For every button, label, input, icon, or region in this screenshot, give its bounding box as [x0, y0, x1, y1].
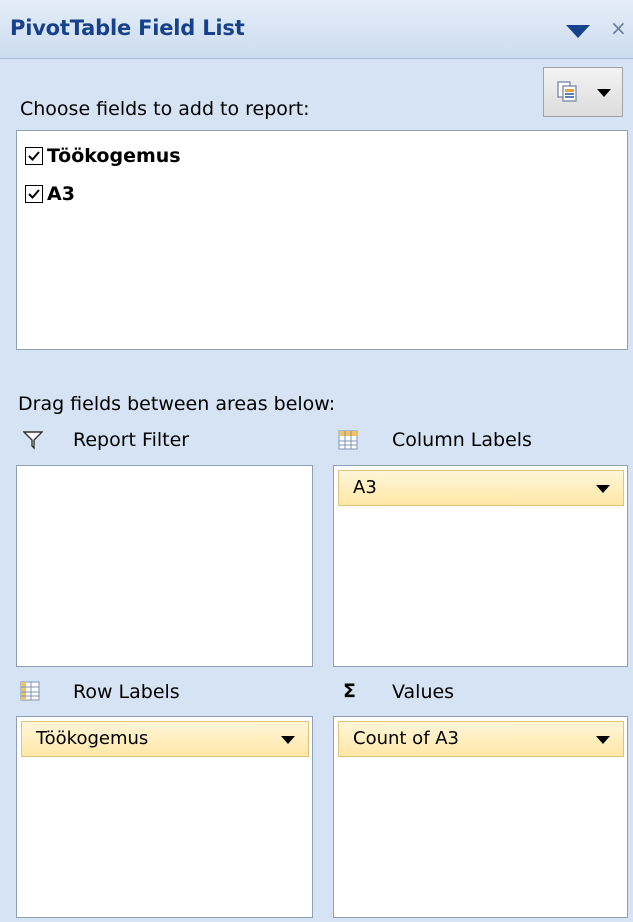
- row-labels-area[interactable]: Töökogemus: [16, 716, 313, 918]
- title-bar: PivotTable Field List ×: [0, 0, 633, 59]
- column-labels-label: Column Labels: [392, 429, 532, 451]
- chevron-down-icon[interactable]: [596, 736, 610, 744]
- chip-label: A3: [353, 477, 377, 498]
- checkmark-icon: [28, 189, 40, 199]
- field-label: Töökogemus: [47, 145, 181, 167]
- row-labels-label: Row Labels: [73, 681, 180, 703]
- column-grid-icon: [338, 430, 358, 450]
- field-list-layout-icon: [557, 81, 577, 102]
- checkbox-tookogemus[interactable]: [25, 147, 43, 165]
- chevron-down-icon[interactable]: [281, 736, 295, 744]
- field-label: A3: [47, 183, 75, 205]
- choose-fields-prompt: Choose fields to add to report:: [20, 98, 310, 120]
- field-list-box: Töökogemus A3: [16, 130, 628, 350]
- report-filter-label: Report Filter: [73, 429, 190, 451]
- triangle-down-icon[interactable]: [566, 25, 590, 38]
- field-list-layout-button[interactable]: [543, 67, 623, 117]
- checkmark-icon: [28, 151, 40, 161]
- funnel-icon: [23, 431, 43, 450]
- row-grid-icon: [20, 681, 40, 701]
- drag-fields-prompt: Drag fields between areas below:: [18, 393, 336, 415]
- values-area[interactable]: Count of A3: [333, 716, 628, 918]
- field-item-a3[interactable]: A3: [25, 181, 75, 207]
- chip-label: Count of A3: [353, 728, 460, 749]
- values-label: Values: [392, 681, 455, 703]
- sigma-icon: Σ: [343, 680, 356, 702]
- column-labels-area[interactable]: A3: [333, 465, 628, 667]
- chevron-down-icon[interactable]: [596, 485, 610, 493]
- close-icon[interactable]: ×: [610, 16, 627, 40]
- pane-title: PivotTable Field List: [10, 16, 245, 40]
- chevron-down-icon: [597, 89, 611, 97]
- field-item-tookogemus[interactable]: Töökogemus: [25, 143, 181, 169]
- value-field-chip-count-of-a3[interactable]: Count of A3: [338, 721, 624, 757]
- chip-label: Töökogemus: [36, 728, 149, 749]
- column-field-chip-a3[interactable]: A3: [338, 470, 624, 506]
- row-field-chip-tookogemus[interactable]: Töökogemus: [21, 721, 309, 757]
- checkbox-a3[interactable]: [25, 185, 43, 203]
- report-filter-area[interactable]: [16, 465, 313, 667]
- pivottable-field-list-pane: PivotTable Field List × Choose fields to…: [0, 0, 633, 922]
